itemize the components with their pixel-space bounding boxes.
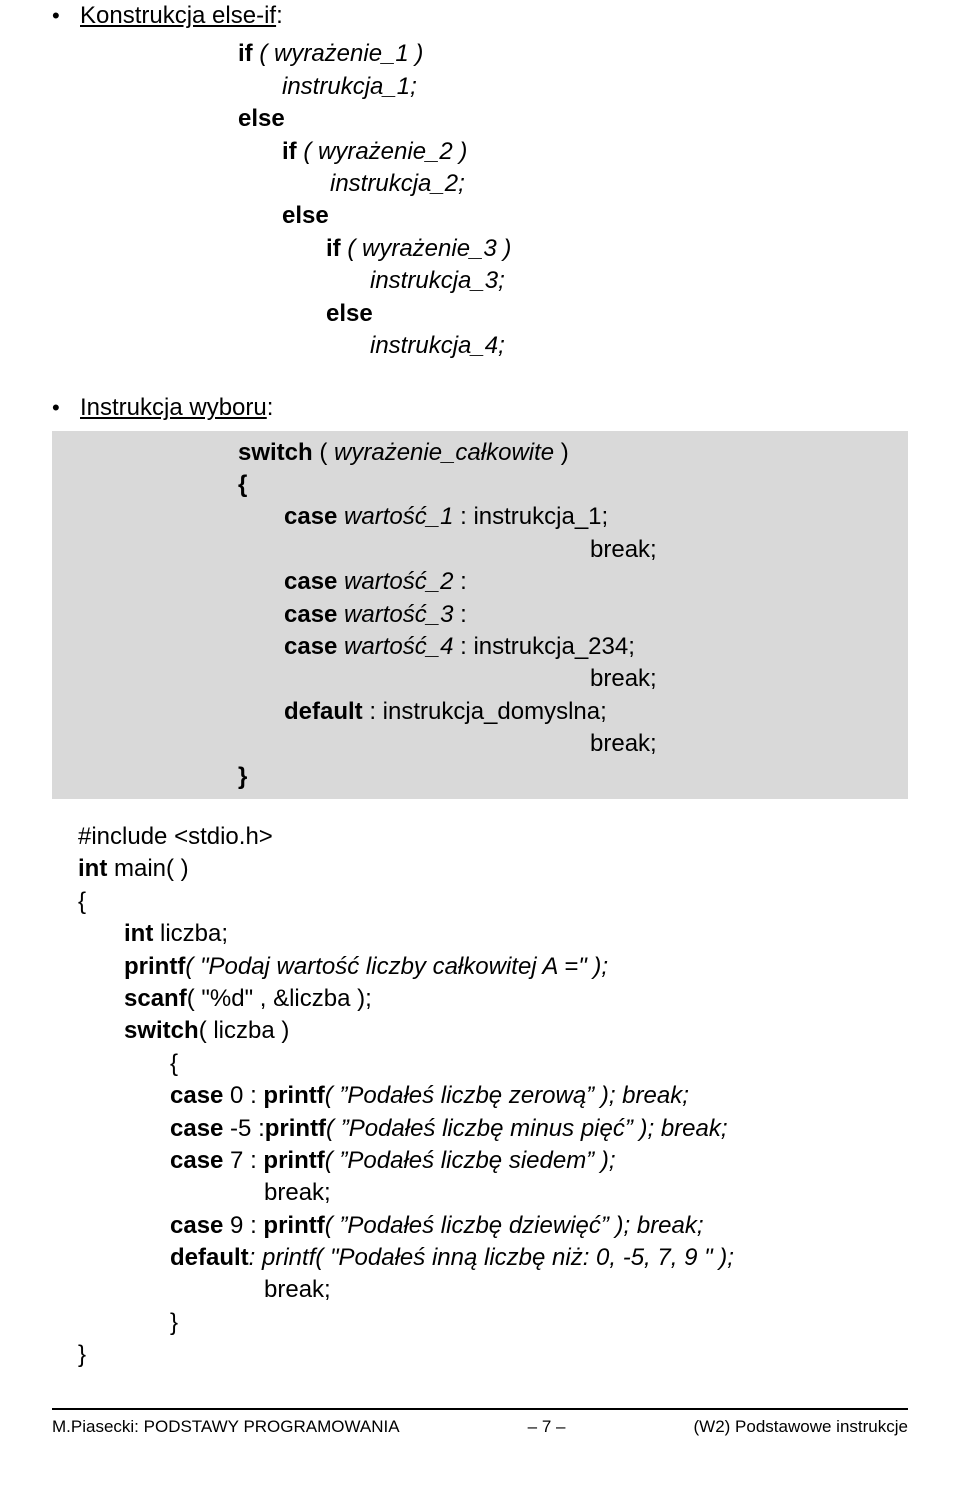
text: : [453,568,466,595]
text: ( "%d" , &liczba ); [187,985,372,1012]
text: instrukcja_4; [52,330,908,362]
text: ( ”Podałeś liczbę siedem” ); [325,1147,616,1174]
text: : instrukcja_domyslna; [363,698,607,725]
kw-scanf: scanf [124,985,187,1012]
text: wartość_3 [337,601,453,628]
code-example: #include <stdio.h> int main( ) { int lic… [52,821,908,1372]
kw-case: case [284,568,337,595]
footer-page-number: – 7 – [528,1416,566,1439]
kw-switch: switch [124,1017,199,1044]
kw-case: case [170,1147,223,1174]
brace: } [52,1307,908,1339]
brace: } [52,1339,908,1371]
include: #include <stdio.h> [52,821,908,853]
bullet-elseif-label: Konstrukcja else-if [80,0,276,32]
text: 9 : [223,1212,263,1239]
footer-divider [52,1408,908,1410]
text: ( "Podaj wartość liczby całkowitej A =" … [185,953,608,980]
text: 0 : [223,1082,263,1109]
text: liczba; [153,920,228,947]
elseif-block: if ( wyrażenie_1 ) instrukcja_1; else if… [52,38,908,362]
colon: : [267,392,274,424]
kw-printf: printf [263,1147,324,1174]
kw-case: case [284,503,337,530]
brace: { [52,886,908,918]
kw-else: else [52,200,908,232]
text: wartość_4 [337,633,453,660]
text: instrukcja_1; [52,71,908,103]
kw-if: if [282,138,297,165]
text: : [453,601,466,628]
brace: } [60,761,900,793]
text: wartość_1 [337,503,453,530]
text: ( ”Podałeś liczbę zerową” ); break; [325,1082,689,1109]
text: wyrażenie_całkowite [327,439,554,466]
text: ( ”Podałeś liczbę dziewięć” ); break; [325,1212,704,1239]
text: : instrukcja_1; [453,503,608,530]
kw-case: case [284,601,337,628]
text: -5 : [223,1115,264,1142]
text: : instrukcja_234; [453,633,634,660]
kw-break: break; [52,1274,908,1306]
text: ( ”Podałeś liczbę minus pięć” ); break; [326,1115,727,1142]
kw-if: if [238,40,253,67]
text: ( [313,439,328,466]
kw-case: case [170,1212,223,1239]
text: ( wyrażenie_1 ) [253,40,424,67]
kw-printf: printf [263,1212,324,1239]
kw-case: case [170,1082,223,1109]
brace: { [60,469,900,501]
brace: { [52,1048,908,1080]
kw-switch: switch [238,439,313,466]
kw-break: break; [52,1177,908,1209]
kw-printf: printf [263,1082,324,1109]
text: instrukcja_2; [52,168,908,200]
kw-break: break; [60,728,900,760]
text: ) [554,439,569,466]
text: instrukcja_3; [52,265,908,297]
kw-case: case [284,633,337,660]
colon: : [276,0,283,32]
kw-printf: printf [124,953,185,980]
bullet-icon: • [52,1,80,31]
text: 7 : [223,1147,263,1174]
footer-left: M.Piasecki: PODSTAWY PROGRAMOWANIA [52,1416,400,1439]
page-footer: M.Piasecki: PODSTAWY PROGRAMOWANIA – 7 –… [52,1416,908,1447]
text: ( liczba ) [199,1017,290,1044]
bullet-icon: • [52,393,80,423]
kw-if: if [326,235,341,262]
page-content: • Konstrukcja else-if: if ( wyrażenie_1 … [0,0,960,1447]
kw-case: case [170,1115,223,1142]
bullet-wyboru: • Instrukcja wyboru: [52,392,908,424]
switch-syntax-box: switch ( wyrażenie_całkowite ) { case wa… [52,431,908,799]
kw-else: else [52,103,908,135]
kw-break: break; [60,663,900,695]
text: ( wyrażenie_3 ) [341,235,512,262]
kw-int: int [78,855,107,882]
kw-printf: printf [265,1115,326,1142]
kw-break: break; [60,534,900,566]
kw-int: int [124,920,153,947]
footer-right: (W2) Podstawowe instrukcje [694,1416,908,1439]
bullet-elseif: • Konstrukcja else-if: [52,0,908,32]
kw-default: default [170,1244,249,1271]
text: main( ) [107,855,188,882]
kw-default: default [284,698,363,725]
bullet-wyboru-label: Instrukcja wyboru [80,392,267,424]
text: : printf( "Podałeś inną liczbę niż: 0, -… [249,1244,734,1271]
text: ( wyrażenie_2 ) [297,138,468,165]
kw-else: else [52,298,908,330]
text: wartość_2 [337,568,453,595]
